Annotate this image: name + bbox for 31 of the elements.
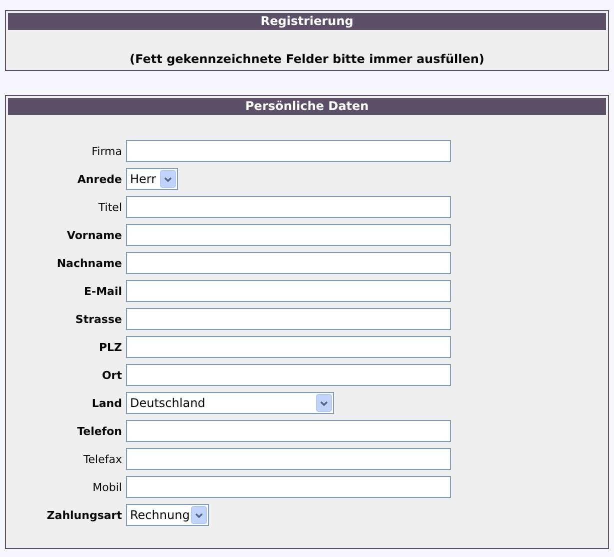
text-field[interactable] [126, 476, 451, 498]
field-label: Land [92, 396, 122, 410]
field-label: Anrede [77, 172, 122, 186]
field-label: Strasse [75, 312, 122, 326]
dropdown[interactable]: Herr [126, 168, 178, 190]
field-label: Zahlungsart [46, 508, 122, 522]
required-fields-note: (Fett gekennzeichnete Felder bitte immer ausfüllen) [128, 51, 486, 68]
field-label: PLZ [98, 340, 122, 354]
panel-header: Registrierung [8, 13, 606, 30]
field-label: Mobil [92, 480, 122, 494]
panel-header: Persönliche Daten [8, 98, 606, 115]
field-label: Ort [102, 368, 122, 382]
dropdown[interactable]: Rechnung [126, 504, 209, 526]
dropdown[interactable]: Deutschland [126, 392, 334, 414]
text-field[interactable] [126, 420, 451, 442]
text-field[interactable] [126, 224, 451, 246]
field-label: Firma [92, 144, 122, 158]
field-label: Telefon [77, 424, 122, 438]
field-label: Titel [98, 200, 122, 214]
text-field[interactable] [126, 252, 451, 274]
field-label: Vorname [66, 228, 122, 242]
text-field[interactable] [126, 308, 451, 330]
text-field[interactable] [126, 280, 451, 302]
field-label: E-Mail [84, 284, 122, 298]
field-label: Nachname [56, 256, 122, 270]
field-label: Telefax [83, 452, 122, 466]
text-field[interactable] [126, 364, 451, 386]
text-field[interactable] [126, 196, 451, 218]
text-field[interactable] [126, 140, 451, 162]
text-field[interactable] [126, 336, 451, 358]
text-field[interactable] [126, 448, 451, 470]
